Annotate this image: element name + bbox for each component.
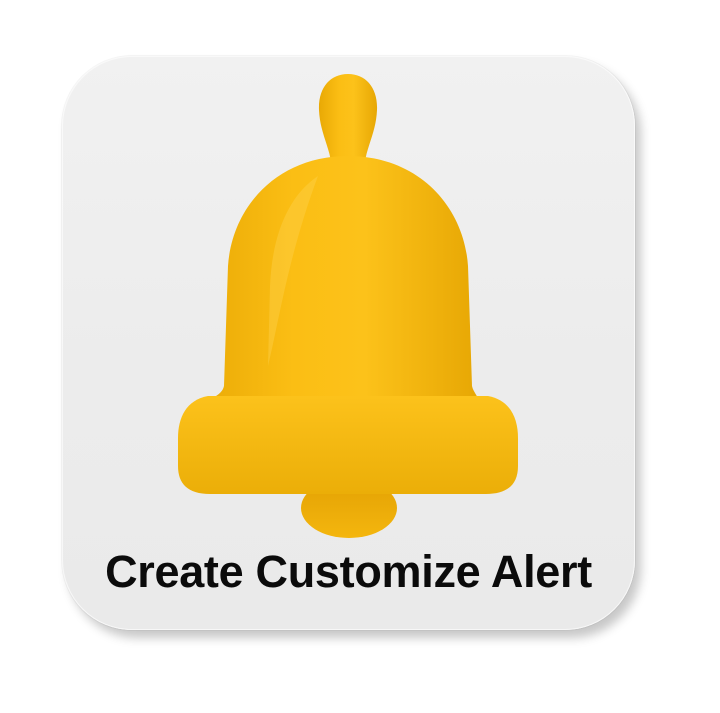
app-icon-screen: Create Customize Alert [0,0,720,713]
alert-label: Create Customize Alert [105,546,592,597]
bell-icon [178,74,518,538]
